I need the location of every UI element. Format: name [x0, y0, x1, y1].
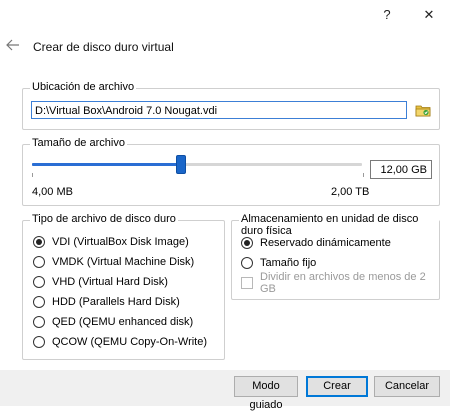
file-path-input[interactable]: D:\Virtual Box\Android 7.0 Nougat.vdi [31, 101, 407, 119]
disk-type-option-qcow[interactable]: QCOW (QEMU Copy-On-Write) [33, 334, 219, 350]
back-arrow-icon[interactable] [6, 38, 20, 55]
size-value-input[interactable]: 12,00 GB [370, 160, 432, 179]
option-label: QED (QEMU enhanced disk) [52, 316, 194, 328]
option-label: Reservado dinámicamente [260, 237, 391, 249]
radio-button[interactable] [33, 236, 45, 248]
file-location-label: Ubicación de archivo [30, 81, 137, 93]
disk-type-option-vhd[interactable]: VHD (Virtual Hard Disk) [33, 274, 219, 290]
split-files-checkbox[interactable]: Dividir en archivos de menos de 2 GB [241, 271, 436, 295]
disk-type-label: Tipo de archivo de disco duro [30, 213, 178, 225]
option-label: Tamaño fijo [260, 257, 317, 269]
radio-button[interactable] [33, 296, 45, 308]
storage-option-fixed[interactable]: Tamaño fijo [241, 255, 436, 271]
storage-label: Almacenamiento en unidad de disco duro f… [239, 213, 439, 237]
radio-button[interactable] [33, 276, 45, 288]
checkbox[interactable] [241, 277, 253, 289]
option-label: VMDK (Virtual Machine Disk) [52, 256, 195, 268]
close-button[interactable]: ✕ [414, 4, 444, 26]
size-min-label: 4,00 MB [32, 186, 73, 198]
radio-button[interactable] [33, 336, 45, 348]
radio-button[interactable] [241, 257, 253, 269]
disk-type-option-vmdk[interactable]: VMDK (Virtual Machine Disk) [33, 254, 219, 270]
option-label: HDD (Parallels Hard Disk) [52, 296, 180, 308]
slider-tick [363, 173, 364, 177]
storage-options: Reservado dinámicamente Tamaño fijo Divi… [241, 235, 436, 295]
option-label: QCOW (QEMU Copy-On-Write) [52, 336, 208, 348]
storage-option-dynamic[interactable]: Reservado dinámicamente [241, 235, 436, 251]
split-files-label: Dividir en archivos de menos de 2 GB [260, 271, 426, 295]
size-slider-fill [32, 163, 181, 166]
disk-type-option-vdi[interactable]: VDI (VirtualBox Disk Image) [33, 234, 219, 250]
size-slider-thumb[interactable] [175, 155, 186, 174]
disk-type-option-qed[interactable]: QED (QEMU enhanced disk) [33, 314, 219, 330]
cancel-button[interactable]: Cancelar [374, 376, 440, 397]
disk-type-options: VDI (VirtualBox Disk Image) VMDK (Virtua… [33, 234, 219, 350]
slider-tick [32, 173, 33, 177]
option-label: VDI (VirtualBox Disk Image) [52, 236, 189, 248]
guided-mode-button[interactable]: Modo guiado [234, 376, 298, 411]
radio-button[interactable] [241, 237, 253, 249]
folder-browse-icon[interactable] [415, 103, 431, 117]
option-label: VHD (Virtual Hard Disk) [52, 276, 168, 288]
size-max-label: 2,00 TB [331, 186, 370, 198]
dialog-title: Crear de disco duro virtual [33, 40, 174, 54]
disk-type-option-hdd[interactable]: HDD (Parallels Hard Disk) [33, 294, 219, 310]
help-button[interactable]: ? [372, 4, 402, 26]
file-size-label: Tamaño de archivo [30, 137, 127, 149]
radio-button[interactable] [33, 256, 45, 268]
create-button[interactable]: Crear [306, 376, 368, 397]
radio-button[interactable] [33, 316, 45, 328]
